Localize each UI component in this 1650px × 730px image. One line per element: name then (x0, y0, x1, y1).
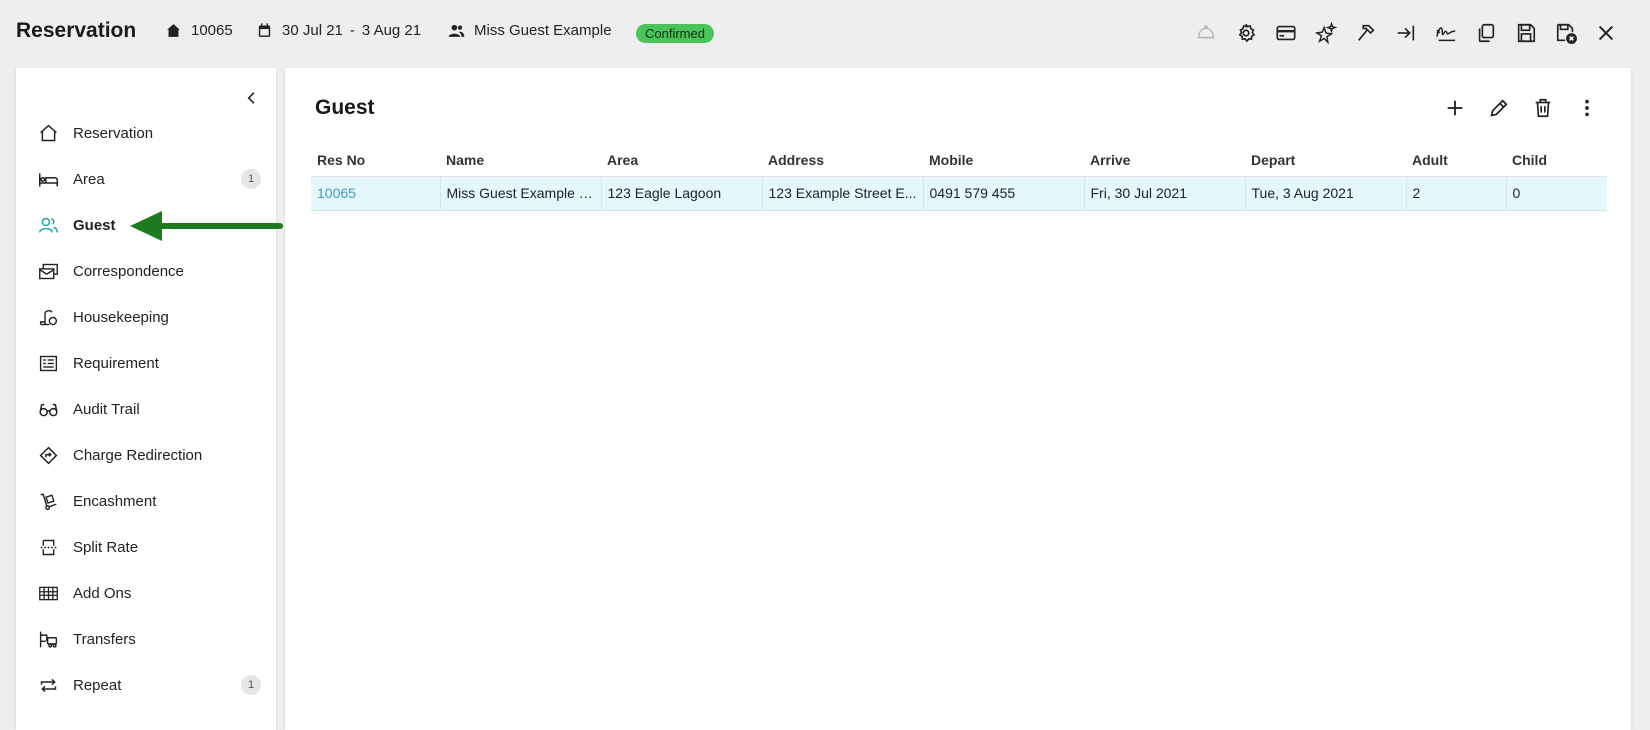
res-no-link[interactable]: 10065 (311, 176, 441, 210)
check-in-button[interactable] (1386, 18, 1426, 48)
sidebar-item-reservation[interactable]: Reservation (16, 113, 276, 153)
delete-guest-button[interactable] (1521, 92, 1565, 124)
close-button[interactable] (1586, 18, 1626, 48)
table-cell: Tue, 3 Aug 2021 (1245, 176, 1407, 210)
save-close-button[interactable] (1546, 18, 1586, 48)
guest-actions (1433, 92, 1609, 124)
column-header[interactable]: Depart (1245, 144, 1406, 177)
column-header[interactable]: Address (762, 144, 923, 177)
column-header[interactable]: Child (1506, 144, 1607, 177)
column-header[interactable]: Res No (311, 144, 440, 177)
column-header[interactable]: Arrive (1084, 144, 1245, 177)
check-in-icon (1397, 25, 1415, 41)
page-title: Reservation (16, 19, 137, 42)
table-cell: Fri, 30 Jul 2021 (1084, 176, 1246, 210)
section-title: Guest (315, 96, 375, 119)
sidebar-item-split-rate[interactable]: Split Rate (16, 527, 276, 567)
sidebar-item-transfers[interactable]: Transfers (16, 619, 276, 659)
calendar-icon (258, 23, 271, 37)
annotation-arrow (130, 211, 283, 241)
sidebar-item-area[interactable]: Area 1 (16, 159, 276, 199)
sidebar-item-encashment[interactable]: Encashment (16, 481, 276, 521)
direction-sign-icon (37, 444, 59, 466)
hand-truck-icon (37, 490, 59, 512)
hammer-icon (1358, 24, 1375, 41)
add-guest-button[interactable] (1433, 92, 1477, 124)
save-button[interactable] (1506, 18, 1546, 48)
area-count-badge: 1 (241, 169, 261, 189)
vacuum-icon (37, 306, 59, 328)
close-icon (1598, 25, 1614, 41)
guest-table: Res No Name Area Address Mobile Arrive D… (311, 144, 1607, 211)
list-icon (37, 352, 59, 374)
more-options-button[interactable] (1565, 92, 1609, 124)
sidebar-item-requirement[interactable]: Requirement (16, 343, 276, 383)
glasses-icon (37, 398, 59, 420)
sidebar-item-housekeeping[interactable]: Housekeeping (16, 297, 276, 337)
sidebar-item-audit-trail[interactable]: Audit Trail (16, 389, 276, 429)
copy-icon (1478, 23, 1495, 43)
column-header[interactable]: Mobile (923, 144, 1084, 177)
collapse-sidebar-button[interactable] (240, 86, 264, 110)
column-header[interactable]: Area (601, 144, 762, 177)
trash-icon (1535, 98, 1551, 118)
table-header-row: Res No Name Area Address Mobile Arrive D… (311, 144, 1607, 177)
sparkle-star-icon (1315, 22, 1337, 44)
transfer-icon (37, 628, 59, 650)
table-cell: 123 Example Street E... (762, 176, 924, 210)
signature-icon (1436, 27, 1456, 42)
header-toolbar (1186, 18, 1626, 48)
status-badge: Confirmed (636, 24, 714, 43)
table-row[interactable]: 10065 Miss Guest Example (... 123 Eagle … (311, 176, 1607, 210)
save-icon (1517, 23, 1536, 43)
home-icon (37, 122, 59, 144)
guest-name: Miss Guest Example (448, 22, 612, 39)
header-bar: Reservation 10065 30 Jul 21 - 3 Aug 21 M… (0, 0, 1650, 66)
repeat-icon (37, 674, 59, 696)
sidebar-item-repeat[interactable]: Repeat 1 (16, 665, 276, 705)
grid-icon (37, 582, 59, 604)
mail-stack-icon (37, 260, 59, 282)
bell-button[interactable] (1186, 18, 1226, 48)
home-icon (167, 24, 180, 37)
sidebar: Reservation Area 1 Guest Correspondence … (16, 68, 276, 730)
tools-button[interactable] (1346, 18, 1386, 48)
table-cell: 0491 579 455 (923, 176, 1085, 210)
table-cell: 0 (1512, 185, 1521, 201)
column-header[interactable]: Name (440, 144, 601, 177)
repeat-count-badge: 1 (241, 675, 261, 695)
table-cell: 2 (1406, 176, 1507, 210)
users-icon (37, 214, 59, 236)
reservation-dates: 30 Jul 21 - 3 Aug 21 (256, 22, 421, 39)
column-header[interactable]: Adult (1406, 144, 1506, 177)
save-close-icon (1556, 23, 1577, 44)
reservation-number: 10065 (165, 22, 233, 39)
signature-button[interactable] (1426, 18, 1466, 48)
guest-panel: Guest Res No Name Area Address Mobile Ar… (285, 68, 1631, 730)
edit-guest-button[interactable] (1477, 92, 1521, 124)
table-cell: 123 Eagle Lagoon (601, 176, 763, 210)
credit-card-icon (1276, 25, 1296, 41)
split-icon (37, 536, 59, 558)
sidebar-item-correspondence[interactable]: Correspondence (16, 251, 276, 291)
sidebar-item-add-ons[interactable]: Add Ons (16, 573, 276, 613)
bed-icon (37, 168, 59, 190)
chevron-left-icon (247, 92, 255, 104)
gear-icon (1238, 23, 1256, 43)
settings-button[interactable] (1226, 18, 1266, 48)
plus-icon (1447, 100, 1463, 116)
table-cell: Miss Guest Example (... (440, 176, 602, 210)
users-icon (448, 24, 465, 37)
bell-icon (1197, 25, 1215, 39)
vertical-dots-icon (1585, 99, 1589, 117)
payment-button[interactable] (1266, 18, 1306, 48)
pencil-icon (1490, 99, 1508, 117)
copy-button[interactable] (1466, 18, 1506, 48)
special-button[interactable] (1306, 18, 1346, 48)
sidebar-item-charge-redirection[interactable]: Charge Redirection (16, 435, 276, 475)
